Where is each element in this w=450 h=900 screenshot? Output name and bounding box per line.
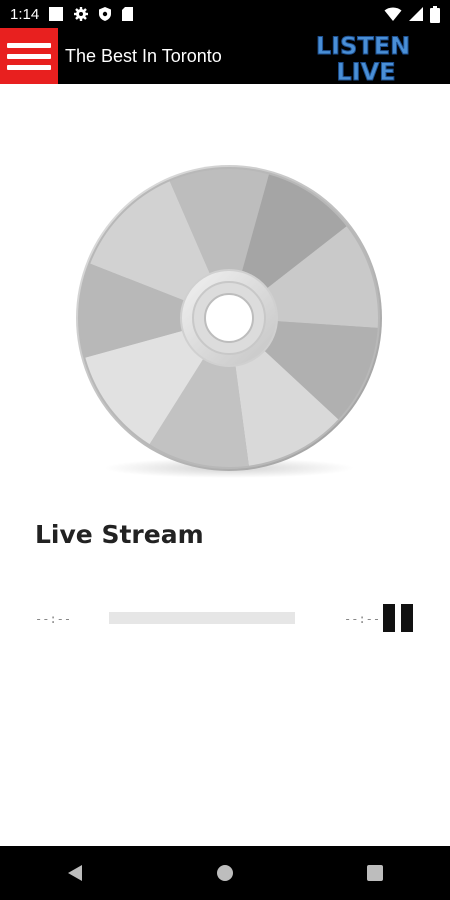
wifi-icon	[384, 7, 402, 21]
elapsed-time: --:--	[35, 612, 72, 626]
recents-square-icon	[367, 865, 383, 881]
shield-icon	[99, 7, 112, 21]
app-title: The Best In Toronto	[65, 45, 222, 66]
logo-line-2: LIVE	[336, 58, 395, 84]
pause-icon[interactable]	[383, 604, 413, 632]
cd-disc-image	[76, 165, 382, 478]
progress-bar[interactable]	[109, 612, 295, 624]
hamburger-menu-icon[interactable]	[0, 28, 58, 84]
notification-square-icon	[49, 7, 64, 21]
status-time: 1:14	[10, 5, 40, 23]
back-triangle-icon	[68, 865, 82, 881]
battery-icon	[430, 5, 440, 23]
system-nav-bar	[0, 846, 450, 900]
remaining-time: --:--	[344, 612, 381, 626]
status-bar: 1:14	[0, 0, 450, 28]
logo-line-1: LISTEN	[316, 32, 410, 60]
player-screen: Live Stream --:-- --:--	[0, 84, 450, 846]
home-button[interactable]	[195, 846, 255, 900]
signal-icon	[409, 7, 423, 21]
app-bar: The Best In Toronto LISTEN LIVE	[0, 28, 450, 84]
back-button[interactable]	[45, 846, 105, 900]
recents-button[interactable]	[345, 846, 405, 900]
sd-card-icon	[122, 7, 134, 21]
stream-title: Live Stream	[35, 520, 204, 549]
player-controls: --:-- --:--	[0, 600, 450, 640]
home-circle-icon	[217, 865, 233, 881]
listen-live-logo: LISTEN LIVE	[315, 32, 410, 85]
gear-icon	[74, 7, 89, 21]
